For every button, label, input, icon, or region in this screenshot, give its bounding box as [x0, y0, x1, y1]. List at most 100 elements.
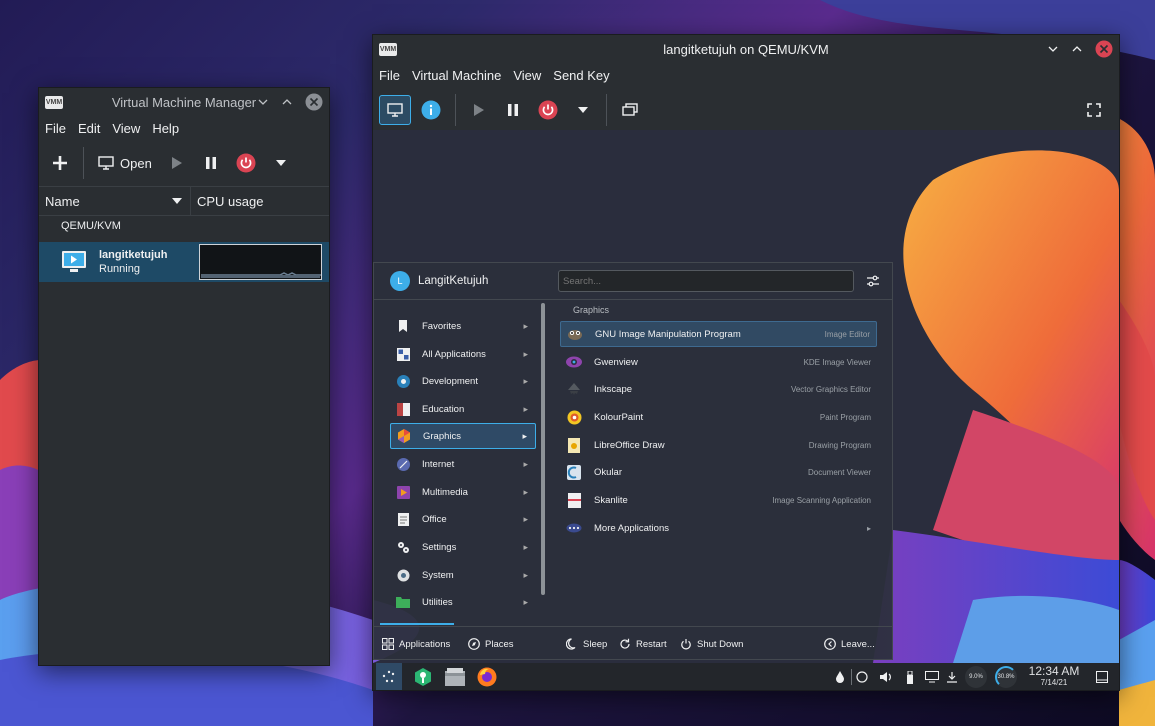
app-okular[interactable]: Okular Document Viewer — [560, 459, 877, 485]
applications-tab-label: Applications — [399, 638, 451, 650]
vmm-titlebar[interactable]: VMM Virtual Machine Manager — [39, 88, 329, 116]
power-icon — [236, 153, 256, 173]
pause-button[interactable] — [196, 148, 226, 178]
applications-tab[interactable]: Applications — [382, 638, 450, 650]
maximize-icon[interactable] — [281, 96, 293, 108]
virt-manager-app-icon: VMM — [379, 42, 397, 56]
category-scrollbar[interactable] — [541, 303, 545, 595]
kolourpaint-icon — [566, 409, 582, 425]
menu-view[interactable]: View — [112, 121, 140, 136]
compass-icon — [468, 638, 480, 650]
app-description: Image Editor — [824, 329, 870, 339]
chevron-right-icon: ▸ — [523, 375, 528, 386]
vm-name: langitketujuh — [99, 249, 168, 261]
sleep-icon — [566, 638, 576, 650]
vm-list-header: Name CPU usage — [39, 186, 329, 216]
cpu-monitor[interactable]: 9.0% — [965, 666, 987, 688]
menu-edit[interactable]: Edit — [78, 121, 100, 136]
launcher-footer-divider — [374, 626, 892, 627]
user-avatar[interactable]: L — [390, 271, 410, 291]
app-libreoffice-draw[interactable]: LibreOffice Draw Drawing Program — [560, 432, 877, 458]
minimize-icon[interactable] — [257, 96, 269, 108]
vm-row[interactable]: langitketujuh Running — [39, 242, 329, 282]
app-more-applications[interactable]: More Applications ▸ — [560, 515, 877, 541]
taskbar-app-discover[interactable] — [412, 666, 434, 688]
close-icon[interactable] — [305, 93, 323, 111]
show-console-button[interactable] — [379, 95, 411, 125]
app-kolourpaint[interactable]: KolourPaint Paint Program — [560, 404, 877, 430]
shutdown-button[interactable] — [532, 95, 564, 125]
network-tray-icon[interactable] — [833, 670, 847, 684]
category-utilities[interactable]: Utilities ▸ — [390, 589, 536, 615]
chevron-right-icon: ▸ — [523, 486, 528, 497]
name-column-header[interactable]: Name — [39, 187, 191, 215]
category-development[interactable]: Development ▸ — [390, 368, 536, 394]
gwenview-icon — [566, 354, 582, 370]
open-button[interactable]: Open — [92, 148, 158, 178]
cpu-column-label: CPU usage — [197, 193, 264, 209]
connection-group[interactable]: QEMU/KVM — [61, 220, 121, 232]
shutdown-menu-button[interactable] — [568, 95, 598, 125]
app-gwenview[interactable]: Gwenview KDE Image Viewer — [560, 349, 877, 375]
digital-clock[interactable]: 12:34 AM 7/14/21 — [1023, 664, 1085, 690]
leave-button[interactable]: Leave... — [824, 638, 875, 650]
dropdown-arrow-icon — [578, 107, 588, 113]
launcher-button[interactable] — [376, 663, 402, 690]
circle-tray-icon[interactable] — [855, 670, 869, 684]
display-icon[interactable] — [925, 670, 939, 684]
menu-file[interactable]: File — [45, 121, 66, 136]
menu-help[interactable]: Help — [152, 121, 179, 136]
app-inkscape[interactable]: Inkscape Vector Graphics Editor — [560, 376, 877, 402]
pause-button[interactable] — [498, 95, 528, 125]
close-icon[interactable] — [1095, 40, 1113, 58]
show-details-button[interactable] — [415, 95, 447, 125]
category-internet[interactable]: Internet ▸ — [390, 451, 536, 477]
category-favorites[interactable]: Favorites ▸ — [390, 313, 536, 339]
run-button[interactable] — [464, 95, 494, 125]
search-input[interactable] — [558, 270, 854, 292]
category-graphics[interactable]: Graphics ▸ — [390, 423, 536, 449]
restart-button[interactable]: Restart — [619, 638, 667, 650]
taskbar-app-files[interactable] — [444, 666, 466, 688]
console-titlebar[interactable]: VMM langitketujuh on QEMU/KVM — [373, 35, 1119, 63]
cpu-column-header[interactable]: CPU usage — [191, 187, 329, 215]
snapshots-button[interactable] — [615, 95, 645, 125]
category-office[interactable]: Office ▸ — [390, 506, 536, 532]
new-vm-button[interactable] — [45, 148, 75, 178]
memory-monitor[interactable]: 30.8% — [995, 666, 1017, 688]
minimize-icon[interactable] — [1047, 43, 1059, 55]
fullscreen-button[interactable] — [1079, 95, 1109, 125]
run-button[interactable] — [162, 148, 192, 178]
usb-icon[interactable] — [903, 670, 917, 684]
gear-dev-icon — [396, 374, 410, 388]
shutdown-menu-button[interactable] — [266, 148, 296, 178]
app-name: LibreOffice Draw — [594, 439, 665, 451]
app-description: Vector Graphics Editor — [790, 384, 871, 394]
category-all-applications[interactable]: All Applications ▸ — [390, 341, 536, 367]
category-system[interactable]: System ▸ — [390, 562, 536, 588]
show-desktop-icon[interactable] — [1095, 670, 1109, 684]
category-settings[interactable]: Settings ▸ — [390, 534, 536, 560]
updates-icon[interactable] — [945, 670, 959, 684]
vmm-window: VMM Virtual Machine Manager File Edit Vi… — [38, 87, 330, 666]
places-tab[interactable]: Places — [468, 638, 514, 650]
taskbar-app-firefox[interactable] — [476, 666, 498, 688]
menu-virtual-machine[interactable]: Virtual Machine — [412, 68, 501, 83]
sleep-button[interactable]: Sleep — [566, 638, 607, 650]
shutdown-menu-item[interactable]: Shut Down — [680, 638, 743, 650]
shutdown-button[interactable] — [230, 148, 262, 178]
category-education[interactable]: Education ▸ — [390, 396, 536, 422]
maximize-icon[interactable] — [1071, 43, 1083, 55]
app-skanlite[interactable]: Skanlite Image Scanning Application — [560, 487, 877, 513]
volume-icon[interactable] — [879, 670, 893, 684]
app-gimp[interactable]: GNU Image Manipulation Program Image Edi… — [560, 321, 877, 347]
category-multimedia[interactable]: Multimedia ▸ — [390, 479, 536, 505]
menu-file[interactable]: File — [379, 68, 400, 83]
menu-send-key[interactable]: Send Key — [553, 68, 609, 83]
menu-view[interactable]: View — [513, 68, 541, 83]
configure-icon[interactable] — [866, 274, 880, 288]
vm-screen-icon — [62, 251, 86, 272]
restart-icon — [620, 638, 630, 649]
app-name: Inkscape — [594, 383, 633, 395]
guest-taskbar: 9.0% 30.8% 12:34 AM 7/14/21 — [373, 663, 1119, 690]
